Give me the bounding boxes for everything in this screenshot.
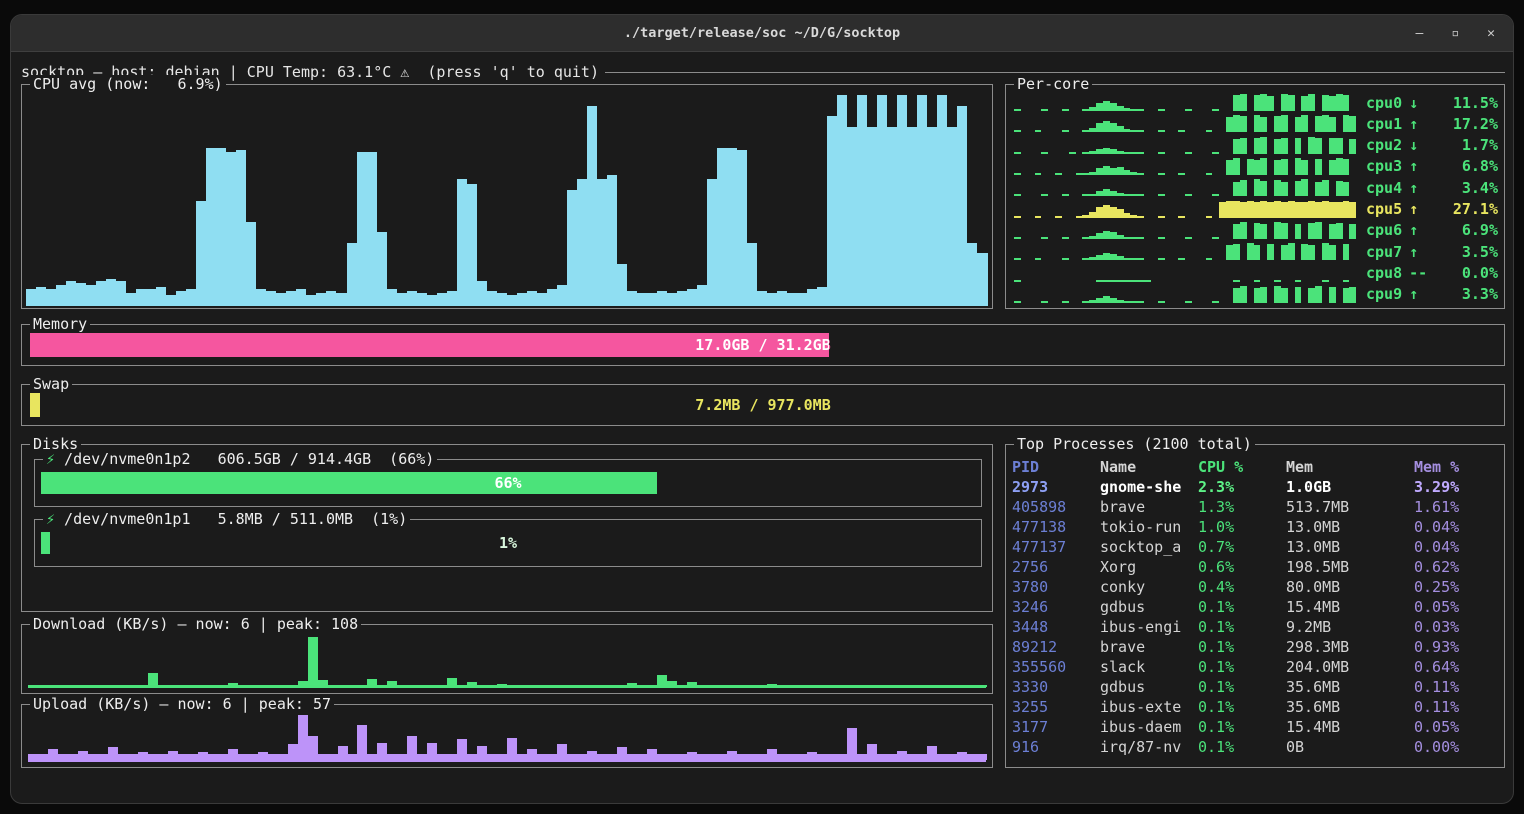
- core-row-cpu6: cpu6↑6.9%: [1014, 221, 1498, 240]
- memory-gauge: 17.0GB / 31.2GB17.0GB / 31.2GB: [30, 333, 1496, 357]
- disk-nvme0n1p1-gauge: 1%1%: [41, 532, 975, 554]
- disk-nvme0n1p1-title: ⚡ /dev/nvme0n1p1 5.8MB / 511.0MB (1%): [43, 510, 410, 528]
- cpu0-sparkline: [1014, 94, 1356, 111]
- cpu9-label: cpu9↑3.3%: [1366, 285, 1498, 303]
- cpu8-label: cpu8--0.0%: [1366, 264, 1498, 282]
- app-header: socktop — host: debian | CPU Temp: 63.1°…: [21, 62, 1505, 82]
- process-row[interactable]: 3177ibus-daem0.1%15.4MB0.05%: [1012, 717, 1500, 737]
- process-row[interactable]: 3780conky0.4%80.0MB0.25%: [1012, 577, 1500, 597]
- disk-nvme0n1p2-panel: ⚡ /dev/nvme0n1p2 606.5GB / 914.4GB (66%)…: [34, 459, 982, 507]
- process-row[interactable]: 405898brave1.3%513.7MB1.61%: [1012, 497, 1500, 517]
- desktop-background: ./target/release/soc ~/D/G/socktop – ▫ ✕…: [0, 0, 1524, 814]
- core-row-cpu0: cpu0↓11.5%: [1014, 93, 1498, 112]
- core-row-cpu9: cpu9↑3.3%: [1014, 285, 1498, 304]
- core-row-cpu8: cpu8--0.0%: [1014, 264, 1498, 283]
- cpu0-label: cpu0↓11.5%: [1366, 94, 1498, 112]
- window-title: ./target/release/soc ~/D/G/socktop: [624, 25, 900, 41]
- swap-panel: Swap 7.2MB / 977.0MB7.2MB / 977.0MB: [21, 384, 1505, 426]
- cpu9-sparkline: [1014, 286, 1356, 303]
- minimize-button[interactable]: –: [1416, 26, 1424, 41]
- disk-icon: ⚡: [46, 450, 55, 468]
- per-core-panel: Per-core cpu0↓11.5%cpu1↑17.2%cpu2↓1.7%cp…: [1005, 84, 1505, 309]
- core-row-cpu7: cpu7↑3.5%: [1014, 242, 1498, 261]
- process-row[interactable]: 3448ibus-engi0.1%9.2MB0.03%: [1012, 617, 1500, 637]
- swap-title: Swap: [30, 375, 72, 393]
- process-row[interactable]: 2973gnome-she2.3%1.0GB3.29%: [1012, 477, 1500, 497]
- process-row[interactable]: 3255ibus-exte0.1%35.6MB0.11%: [1012, 697, 1500, 717]
- cpu7-label: cpu7↑3.5%: [1366, 243, 1498, 261]
- process-row[interactable]: 916irq/87-nv0.1%0B0.00%: [1012, 737, 1500, 757]
- cpu4-label: cpu4↑3.4%: [1366, 179, 1498, 197]
- download-chart: [28, 637, 986, 688]
- upload-title: Upload (KB/s) — now: 6 | peak: 57: [30, 695, 334, 713]
- process-row[interactable]: 477138tokio-run1.0%13.0MB0.04%: [1012, 517, 1500, 537]
- window-titlebar[interactable]: ./target/release/soc ~/D/G/socktop – ▫ ✕: [11, 15, 1513, 52]
- cpu6-sparkline: [1014, 222, 1356, 239]
- core-row-cpu2: cpu2↓1.7%: [1014, 136, 1498, 155]
- cpu7-sparkline: [1014, 243, 1356, 260]
- window-controls: – ▫ ✕: [1416, 15, 1495, 51]
- cpu-avg-chart: [26, 95, 988, 306]
- upload-panel: Upload (KB/s) — now: 6 | peak: 57: [21, 704, 993, 768]
- memory-title: Memory: [30, 315, 90, 333]
- cpu-avg-panel: CPU avg (now: 6.9%): [21, 84, 993, 309]
- cpu4-sparkline: [1014, 179, 1356, 196]
- disk-nvme0n1p1-panel: ⚡ /dev/nvme0n1p1 5.8MB / 511.0MB (1%) 1%…: [34, 519, 982, 567]
- close-button[interactable]: ✕: [1487, 26, 1495, 41]
- top-processes-panel: Top Processes (2100 total) PIDNameCPU %M…: [1005, 444, 1505, 768]
- cpu6-label: cpu6↑6.9%: [1366, 221, 1498, 239]
- core-row-cpu3: cpu3↑6.8%: [1014, 157, 1498, 176]
- cpu8-sparkline: [1014, 265, 1356, 282]
- cpu1-label: cpu1↑17.2%: [1366, 115, 1498, 133]
- header-rule: [605, 72, 1505, 73]
- disks-panel: Disks ⚡ /dev/nvme0n1p2 606.5GB / 914.4GB…: [21, 444, 993, 612]
- cpu-avg-title: CPU avg (now: 6.9%): [30, 75, 226, 93]
- process-row[interactable]: 355560slack0.1%204.0MB0.64%: [1012, 657, 1500, 677]
- process-row[interactable]: 477137socktop_a0.7%13.0MB0.04%: [1012, 537, 1500, 557]
- core-row-cpu5: cpu5↑27.1%: [1014, 200, 1498, 219]
- terminal-content: socktop — host: debian | CPU Temp: 63.1°…: [11, 52, 1514, 804]
- cpu5-label: cpu5↑27.1%: [1366, 200, 1498, 218]
- process-row[interactable]: 3330gdbus0.1%35.6MB0.11%: [1012, 677, 1500, 697]
- cpu2-sparkline: [1014, 137, 1356, 154]
- cpu5-sparkline: [1014, 201, 1356, 218]
- cpu3-label: cpu3↑6.8%: [1366, 157, 1498, 175]
- process-table-header: PIDNameCPU %MemMem %: [1012, 457, 1500, 477]
- upload-chart: [28, 715, 986, 762]
- maximize-button[interactable]: ▫: [1451, 26, 1459, 41]
- download-panel: Download (KB/s) — now: 6 | peak: 108: [21, 624, 993, 694]
- process-row[interactable]: 2756Xorg0.6%198.5MB0.62%: [1012, 557, 1500, 577]
- core-row-cpu1: cpu1↑17.2%: [1014, 114, 1498, 133]
- per-core-title: Per-core: [1014, 75, 1092, 93]
- top-processes-title: Top Processes (2100 total): [1014, 435, 1255, 453]
- process-row[interactable]: 89212brave0.1%298.3MB0.93%: [1012, 637, 1500, 657]
- swap-gauge: 7.2MB / 977.0MB7.2MB / 977.0MB: [30, 393, 1496, 417]
- cpu2-label: cpu2↓1.7%: [1366, 136, 1498, 154]
- process-table: PIDNameCPU %MemMem %2973gnome-she2.3%1.0…: [1012, 457, 1500, 757]
- cpu1-sparkline: [1014, 115, 1356, 132]
- disk-icon: ⚡: [46, 510, 55, 528]
- memory-panel: Memory 17.0GB / 31.2GB17.0GB / 31.2GB: [21, 324, 1505, 366]
- cpu3-sparkline: [1014, 158, 1356, 175]
- terminal-window: ./target/release/soc ~/D/G/socktop – ▫ ✕…: [10, 14, 1514, 804]
- disk-nvme0n1p2-title: ⚡ /dev/nvme0n1p2 606.5GB / 914.4GB (66%): [43, 450, 437, 468]
- process-row[interactable]: 3246gdbus0.1%15.4MB0.05%: [1012, 597, 1500, 617]
- core-row-cpu4: cpu4↑3.4%: [1014, 178, 1498, 197]
- per-core-rows: cpu0↓11.5% cpu1↑17.2% cpu2↓1.7% cpu3↑6.8% cp…: [1014, 93, 1498, 304]
- disk-nvme0n1p2-gauge: 66%66%: [41, 472, 975, 494]
- download-title: Download (KB/s) — now: 6 | peak: 108: [30, 615, 361, 633]
